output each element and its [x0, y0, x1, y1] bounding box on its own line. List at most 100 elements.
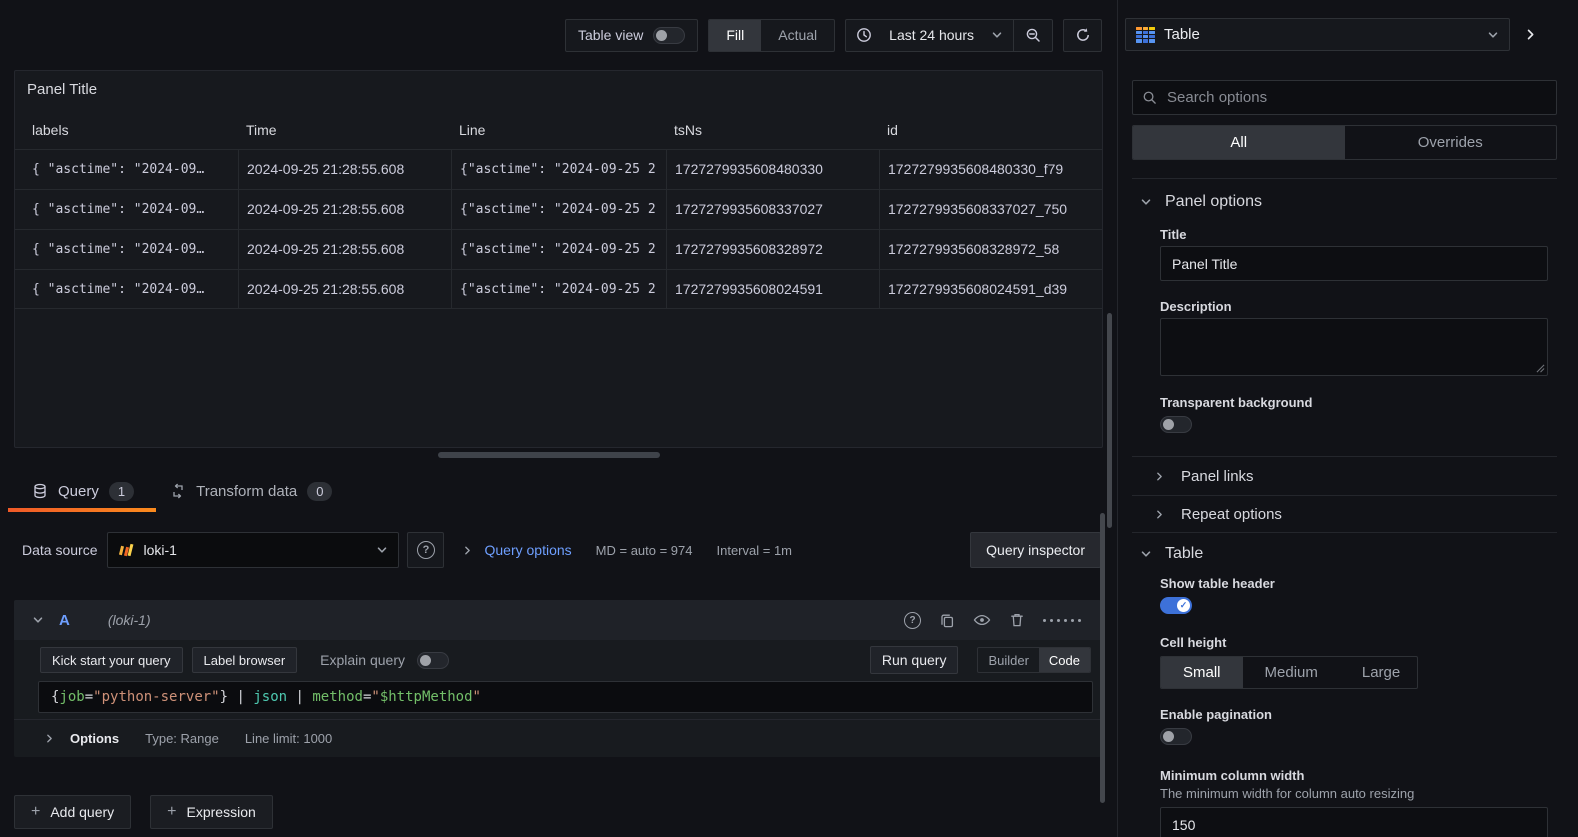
query-help-button[interactable]: ? [904, 611, 921, 629]
chevron-down-icon [1140, 196, 1152, 208]
editor-toolbar: Table view Fill Actual Last 24 hours [0, 0, 1117, 70]
search-icon [1142, 90, 1157, 105]
chevron-right-icon [1154, 509, 1165, 520]
table-section-header[interactable]: Table [1140, 545, 1557, 563]
panel-preview: Panel Title labels Time Line tsNs id { "… [14, 70, 1103, 448]
drag-handle[interactable] [1043, 618, 1081, 622]
cell-labels: { "asctime": "2024-09… [32, 242, 205, 257]
query-options-toggle[interactable]: Query options [462, 542, 572, 558]
datasource-help-button[interactable]: ? [407, 532, 445, 568]
repeat-options-row[interactable]: Repeat options [1132, 495, 1557, 533]
column-header-time[interactable]: Time [238, 122, 451, 138]
query-count-badge: 1 [108, 481, 135, 501]
active-tab-indicator [8, 508, 156, 512]
column-header-line[interactable]: Line [451, 122, 666, 138]
chevron-right-icon [1154, 471, 1165, 482]
editor-main-column: Table view Fill Actual Last 24 hours Pan… [0, 0, 1117, 837]
query-row-header[interactable]: A (loki-1) ? [14, 600, 1101, 640]
cell-height-large[interactable]: Large [1340, 657, 1417, 688]
actual-button[interactable]: Actual [761, 20, 834, 51]
table-view-toggle[interactable] [653, 26, 686, 44]
code-tab[interactable]: Code [1038, 648, 1090, 672]
query-datasource-hint: (loki-1) [107, 612, 151, 628]
datasource-picker[interactable]: loki-1 [107, 532, 400, 568]
min-column-width-field[interactable] [1160, 807, 1548, 837]
vertical-scrollbar-query[interactable] [1100, 513, 1105, 803]
explain-query-label: Explain query [320, 652, 405, 668]
cell-line: {"asctime": "2024-09-25 2 [451, 230, 666, 269]
cell-time: 2024-09-25 21:28:55.608 [238, 150, 451, 189]
column-header-id[interactable]: id [879, 122, 1102, 138]
panel-options-section-header[interactable]: Panel options [1140, 193, 1557, 211]
query-code-input[interactable]: {job="python-server"} | json | method="$… [38, 681, 1093, 713]
database-icon [32, 483, 48, 499]
transparent-background-toggle[interactable] [1160, 416, 1192, 433]
cell-id: 1727279935608024591_d39 [879, 270, 1102, 308]
cell-height-medium[interactable]: Medium [1243, 657, 1340, 688]
tab-transform-data[interactable]: Transform data 0 [162, 481, 340, 501]
max-data-points-stat: MD = auto = 974 [595, 542, 693, 558]
time-range-picker[interactable]: Last 24 hours [846, 27, 1013, 43]
search-options-input[interactable] [1165, 88, 1547, 107]
chevron-right-icon [1524, 28, 1537, 41]
title-field[interactable] [1160, 246, 1548, 281]
sidebar-collapse-button[interactable] [1515, 18, 1546, 51]
interval-stat: Interval = 1m [716, 542, 793, 558]
enable-pagination-label: Enable pagination [1160, 707, 1272, 722]
expression-button[interactable]: + Expression [150, 795, 273, 829]
kick-start-button[interactable]: Kick start your query [40, 647, 183, 673]
horizontal-scrollbar-thumb[interactable] [438, 452, 660, 458]
collapse-chevron-icon[interactable] [32, 614, 44, 626]
run-query-button[interactable]: Run query [869, 646, 959, 674]
sidebar-body: All Overrides Panel options Title Descri… [1118, 51, 1578, 837]
all-overrides-group: All Overrides [1132, 125, 1557, 160]
duplicate-query-button[interactable] [939, 612, 955, 628]
help-icon: ? [416, 541, 435, 559]
cell-line: {"asctime": "2024-09-25 2 [451, 270, 666, 308]
transparent-background-label: Transparent background [1160, 395, 1313, 410]
explain-query-toggle[interactable] [416, 651, 449, 669]
visualization-picker[interactable]: Table [1125, 18, 1510, 51]
builder-tab[interactable]: Builder [978, 648, 1038, 672]
time-range-label: Last 24 hours [889, 27, 974, 43]
cell-height-small[interactable]: Small [1161, 657, 1243, 688]
transform-icon [170, 483, 186, 499]
cell-time: 2024-09-25 21:28:55.608 [238, 270, 451, 308]
description-field[interactable] [1160, 318, 1548, 376]
query-editor-card: A (loki-1) ? Kick start your query Label… [14, 600, 1101, 757]
tab-all[interactable]: All [1133, 126, 1345, 159]
chevron-down-icon [991, 29, 1003, 41]
cell-labels: { "asctime": "2024-09… [32, 282, 205, 297]
toggle-visibility-button[interactable] [973, 612, 991, 628]
query-options-row[interactable]: Options Type: Range Line limit: 1000 [14, 719, 1101, 757]
show-table-header-toggle[interactable] [1160, 597, 1192, 614]
cell-tsns: 1727279935608480330 [666, 150, 879, 189]
tab-query[interactable]: Query 1 [24, 481, 142, 501]
column-header-tsns[interactable]: tsNs [666, 122, 879, 138]
grafana-panel-editor: Table view Fill Actual Last 24 hours Pan… [0, 0, 1578, 837]
cell-time: 2024-09-25 21:28:55.608 [238, 230, 451, 269]
query-ref-id: A [59, 611, 70, 629]
label-browser-button[interactable]: Label browser [191, 647, 298, 673]
panel-links-row[interactable]: Panel links [1132, 457, 1557, 495]
options-line-limit: Line limit: 1000 [244, 731, 333, 746]
query-inspector-button[interactable]: Query inspector [970, 532, 1101, 568]
fill-button[interactable]: Fill [709, 19, 762, 51]
chevron-right-icon [462, 545, 473, 556]
plus-icon: + [167, 803, 177, 820]
datasource-label: Data source [22, 542, 98, 558]
transform-count-badge: 0 [307, 481, 333, 501]
enable-pagination-toggle[interactable] [1160, 728, 1192, 745]
delete-query-button[interactable] [1009, 612, 1025, 628]
table-view-control: Table view [564, 18, 699, 52]
zoom-out-button[interactable] [1013, 19, 1052, 51]
tab-overrides[interactable]: Overrides [1345, 126, 1557, 159]
repeat-options-label: Repeat options [1181, 505, 1282, 523]
column-header-labels[interactable]: labels [15, 122, 238, 138]
resize-handle-icon[interactable] [1536, 364, 1545, 373]
refresh-button[interactable] [1063, 18, 1102, 52]
panel-options-label: Panel options [1165, 193, 1262, 210]
search-options-box [1132, 80, 1557, 115]
loki-icon [118, 542, 134, 558]
add-query-button[interactable]: + Add query [14, 795, 132, 829]
